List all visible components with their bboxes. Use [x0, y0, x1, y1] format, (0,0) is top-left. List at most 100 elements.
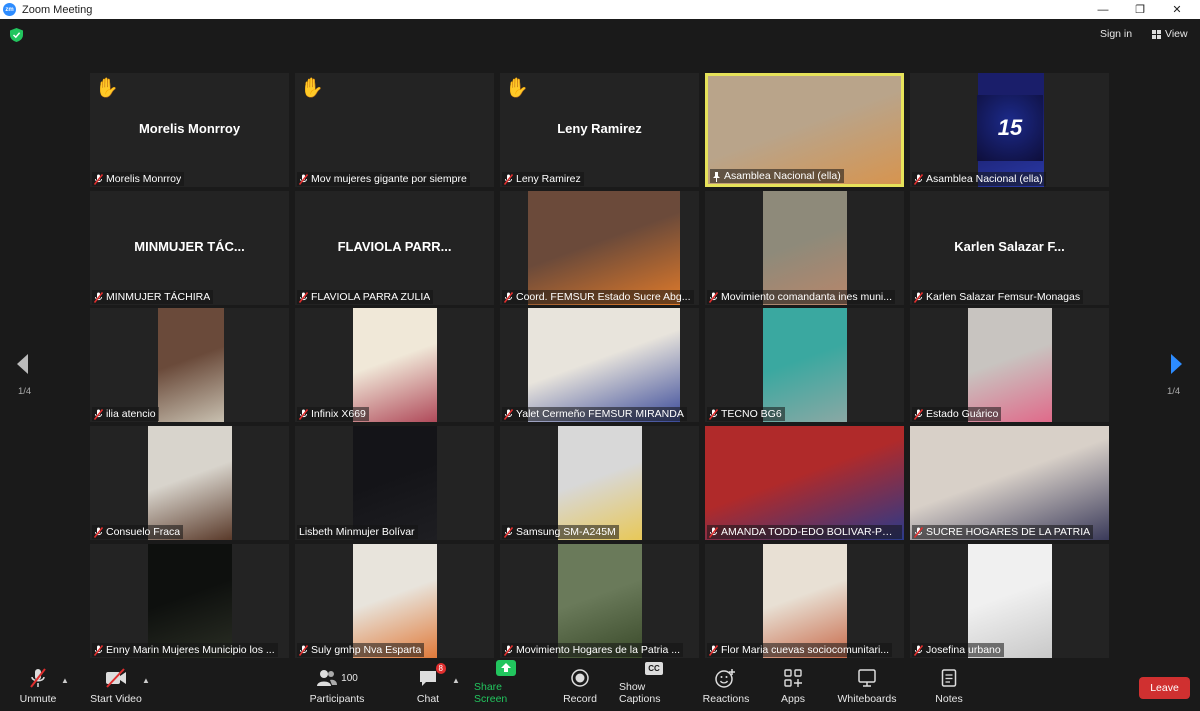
- window-title: Zoom Meeting: [22, 3, 93, 16]
- leave-button[interactable]: Leave: [1139, 677, 1190, 699]
- mic-muted-icon: [94, 291, 103, 303]
- participant-name: Karlen Salazar Femsur-Monagas: [926, 291, 1081, 303]
- encryption-shield-icon[interactable]: [10, 28, 23, 42]
- participant-name: MINMUJER TÁCHIRA: [106, 291, 211, 303]
- apps-label: Apps: [781, 693, 805, 705]
- captions-icon: CC: [645, 660, 663, 677]
- participant-tile[interactable]: 15 Asamblea Nacional (ella): [910, 73, 1109, 187]
- next-page-arrow-icon[interactable]: [1167, 352, 1185, 376]
- participant-name-bar: Consuelo Fraca: [92, 525, 184, 539]
- participant-name-bar: Asamblea Nacional (ella): [912, 172, 1046, 186]
- participant-name-bar: Samsung SM-A245M: [502, 525, 619, 539]
- participant-video: [558, 426, 642, 540]
- meeting-topbar: Sign in View: [0, 19, 1200, 52]
- participant-name-bar: Yalet Cermeño FEMSUR MIRANDA: [502, 407, 687, 421]
- participant-logo-image: 15: [977, 95, 1043, 161]
- participant-tile[interactable]: Movimiento comandanta ines muni...: [705, 191, 904, 305]
- participant-video: [528, 191, 680, 305]
- participant-name: SUCRE HOGARES DE LA PATRIA: [926, 526, 1091, 538]
- sign-in-link[interactable]: Sign in: [1100, 28, 1132, 40]
- audio-options-caret-icon[interactable]: ▲: [61, 676, 69, 685]
- participant-tile[interactable]: ✋ Mov mujeres gigante por siempre: [295, 73, 494, 187]
- mic-muted-icon: [709, 526, 718, 538]
- participant-tile[interactable]: MINMUJER TÁC... MINMUJER TÁCHIRA: [90, 191, 289, 305]
- participant-video: [353, 308, 437, 422]
- participant-tile[interactable]: Lisbeth Minmujer Bolívar: [295, 426, 494, 540]
- mic-muted-icon: [504, 291, 513, 303]
- participant-display-name: Leny Ramirez: [557, 121, 642, 136]
- participant-tile[interactable]: Movimiento Hogares de la Patria ...: [500, 544, 699, 658]
- mic-muted-icon: [914, 173, 923, 185]
- apps-button[interactable]: Apps: [778, 660, 808, 711]
- participant-tile[interactable]: Suly gmhp Nva Esparta: [295, 544, 494, 658]
- share-screen-button[interactable]: Share Screen: [474, 660, 538, 711]
- mic-muted-icon: [914, 408, 923, 420]
- chat-button[interactable]: 8 Chat: [414, 660, 446, 711]
- view-button[interactable]: View: [1152, 28, 1188, 40]
- participant-tile[interactable]: Morelis Monrroy ✋ Morelis Monrroy: [90, 73, 289, 187]
- video-options-caret-icon[interactable]: ▲: [142, 676, 150, 685]
- notes-button[interactable]: Notes: [933, 660, 965, 711]
- participant-name: Lisbeth Minmujer Bolívar: [299, 526, 415, 538]
- participant-video: [968, 308, 1052, 422]
- participant-tile[interactable]: Josefina urbano: [910, 544, 1109, 658]
- participant-tile[interactable]: Leny Ramirez ✋ Leny Ramirez: [500, 73, 699, 187]
- participant-name: ilia atencio: [106, 408, 156, 420]
- participant-tile[interactable]: TECNO BG6: [705, 308, 904, 422]
- participant-tile[interactable]: Enny Marin Mujeres Municipio los ...: [90, 544, 289, 658]
- mic-muted-icon: [504, 173, 513, 185]
- video-off-icon: [104, 667, 128, 689]
- participant-name-bar: TECNO BG6: [707, 407, 785, 421]
- participant-video: [910, 426, 1109, 540]
- mic-muted-icon: [94, 644, 103, 656]
- reactions-button[interactable]: Reactions: [703, 660, 749, 711]
- participant-tile[interactable]: Consuelo Fraca: [90, 426, 289, 540]
- meeting-toolbar: Unmute ▲ Start Video ▲ 100 Participants …: [0, 660, 1200, 711]
- participant-name: Consuelo Fraca: [106, 526, 181, 538]
- participant-name: Infinix X669: [311, 408, 366, 420]
- mic-muted-icon: [914, 644, 923, 656]
- close-button[interactable]: ✕: [1159, 0, 1195, 19]
- page-indicator-right: 1/4: [1167, 386, 1181, 397]
- notes-label: Notes: [935, 693, 963, 705]
- participant-tile[interactable]: Karlen Salazar F... Karlen Salazar Femsur…: [910, 191, 1109, 305]
- participants-button[interactable]: 100 Participants: [308, 660, 366, 711]
- participant-tile[interactable]: AMANDA TODD-EDO BOLIVAR-PSUV: [705, 426, 904, 540]
- participant-name-bar: Movimiento Hogares de la Patria ...: [502, 643, 683, 657]
- participant-video: [353, 426, 437, 540]
- participant-display-name: Morelis Monrroy: [138, 121, 241, 136]
- record-button[interactable]: Record: [562, 660, 598, 711]
- chat-options-caret-icon[interactable]: ▲: [452, 676, 460, 685]
- participant-tile[interactable]: Yalet Cermeño FEMSUR MIRANDA: [500, 308, 699, 422]
- participant-name: Samsung SM-A245M: [516, 526, 616, 538]
- participant-tile[interactable]: Coord. FEMSUR Estado Sucre Abg...: [500, 191, 699, 305]
- page-indicator-left: 1/4: [18, 386, 32, 397]
- start-video-button[interactable]: Start Video: [88, 660, 144, 711]
- record-icon: [570, 667, 590, 689]
- mic-muted-icon: [709, 408, 718, 420]
- participant-tile[interactable]: Samsung SM-A245M: [500, 426, 699, 540]
- participant-name: TECNO BG6: [721, 408, 782, 420]
- participant-name: Yalet Cermeño FEMSUR MIRANDA: [516, 408, 684, 420]
- participant-name: FLAVIOLA PARRA ZULIA: [311, 291, 431, 303]
- participant-tile[interactable]: Estado Guárico: [910, 308, 1109, 422]
- participant-name: Movimiento comandanta ines muni...: [721, 291, 892, 303]
- show-captions-button[interactable]: CC Show Captions: [619, 660, 689, 711]
- show-captions-label: Show Captions: [619, 681, 661, 705]
- participant-tile[interactable]: SUCRE HOGARES DE LA PATRIA: [910, 426, 1109, 540]
- participant-tile[interactable]: Asamblea Nacional (ella): [705, 73, 904, 187]
- participant-tile[interactable]: FLAVIOLA PARR... FLAVIOLA PARRA ZULIA: [295, 191, 494, 305]
- minimize-button[interactable]: —: [1085, 0, 1121, 19]
- participant-tile[interactable]: ilia atencio: [90, 308, 289, 422]
- participant-video: [968, 544, 1052, 658]
- participant-name-bar: MINMUJER TÁCHIRA: [92, 290, 214, 304]
- unmute-button[interactable]: Unmute: [18, 660, 58, 711]
- whiteboards-button[interactable]: Whiteboards: [836, 660, 898, 711]
- participant-tile[interactable]: Flor Maria cuevas sociocomunitari...: [705, 544, 904, 658]
- maximize-button[interactable]: ❐: [1122, 0, 1158, 19]
- participant-tile[interactable]: Infinix X669: [295, 308, 494, 422]
- record-label: Record: [563, 693, 597, 705]
- previous-page-arrow-icon[interactable]: [14, 352, 32, 376]
- window-titlebar: zm Zoom Meeting — ❐ ✕: [0, 0, 1200, 19]
- participant-display-name: FLAVIOLA PARR...: [337, 239, 452, 254]
